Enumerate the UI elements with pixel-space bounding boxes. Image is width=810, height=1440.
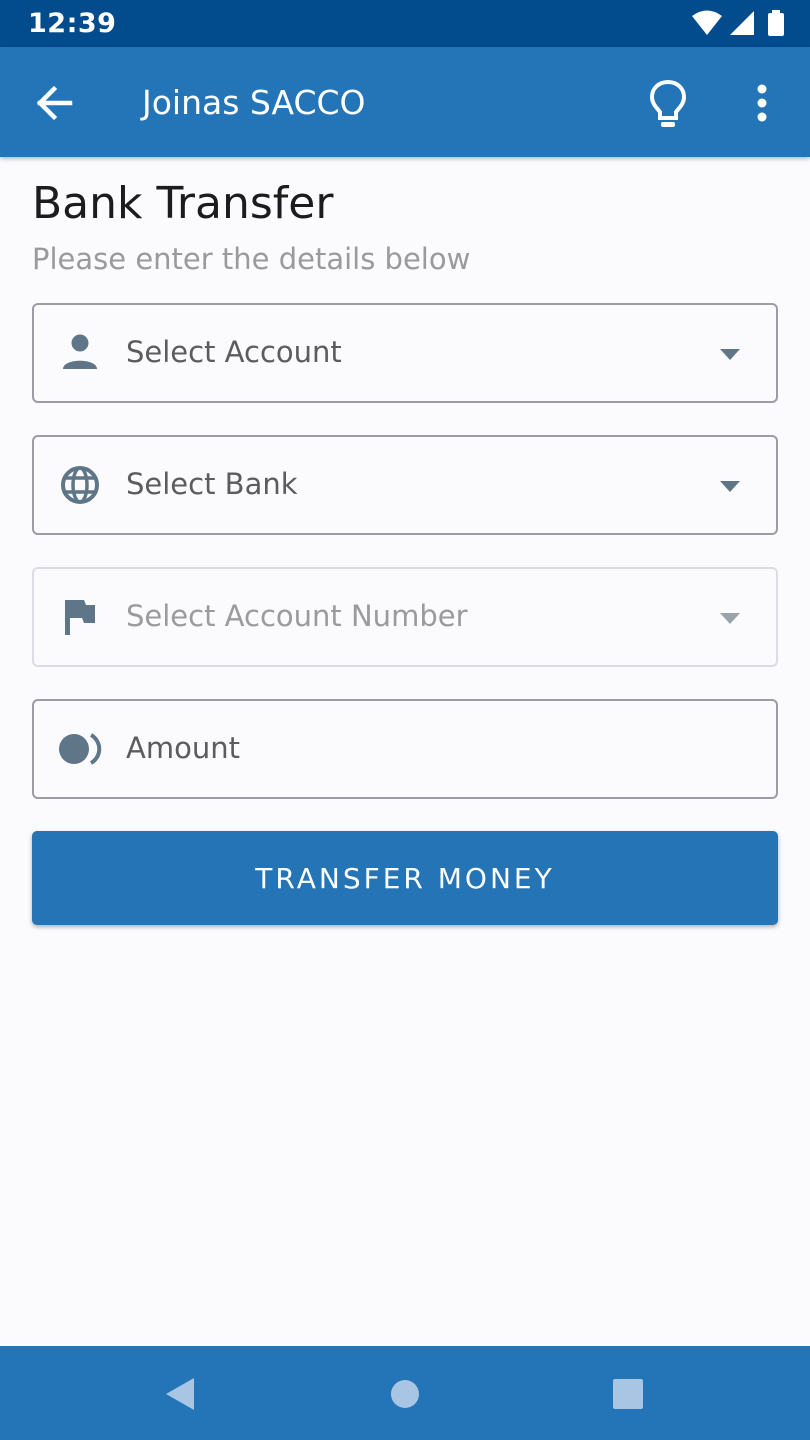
amount-input[interactable]: Amount xyxy=(32,699,778,799)
app-title: Joinas SACCO xyxy=(142,83,366,122)
back-button[interactable] xyxy=(28,78,80,128)
status-time: 12:39 xyxy=(28,8,117,39)
globe-icon xyxy=(58,465,102,505)
page-subtitle: Please enter the details below xyxy=(32,242,471,276)
app-bar: Joinas SACCO xyxy=(0,47,810,157)
more-vert-icon xyxy=(742,84,782,131)
lightbulb-icon xyxy=(644,79,692,135)
select-account-number-dropdown[interactable]: Select Account Number xyxy=(32,567,778,667)
arrow-left-icon xyxy=(28,85,80,132)
select-account-label: Select Account xyxy=(126,335,342,369)
status-bar: 12:39 xyxy=(0,0,810,47)
flag-icon xyxy=(58,597,102,637)
battery-icon xyxy=(768,10,784,41)
wifi-icon xyxy=(692,10,722,41)
recents-square-icon xyxy=(608,1379,648,1416)
person-icon xyxy=(58,333,102,373)
system-nav-bar xyxy=(0,1346,810,1440)
home-circle-icon xyxy=(385,1380,425,1416)
chevron-down-icon xyxy=(720,612,740,624)
back-triangle-icon xyxy=(160,1378,200,1416)
signal-icon xyxy=(730,10,754,41)
chevron-down-icon xyxy=(720,348,740,360)
transfer-money-button[interactable]: TRANSFER MONEY xyxy=(32,831,778,925)
amount-placeholder: Amount xyxy=(126,731,240,765)
chevron-down-icon xyxy=(720,480,740,492)
select-account-dropdown[interactable]: Select Account xyxy=(32,303,778,403)
nav-recents-button[interactable] xyxy=(608,1376,648,1412)
page-title: Bank Transfer xyxy=(32,178,334,229)
select-bank-dropdown[interactable]: Select Bank xyxy=(32,435,778,535)
tips-button[interactable] xyxy=(644,77,692,131)
overflow-menu-button[interactable] xyxy=(742,83,782,127)
toll-icon xyxy=(58,729,102,769)
select-bank-label: Select Bank xyxy=(126,467,298,501)
nav-back-button[interactable] xyxy=(160,1376,200,1412)
nav-home-button[interactable] xyxy=(385,1376,425,1412)
select-account-number-label: Select Account Number xyxy=(126,599,468,633)
